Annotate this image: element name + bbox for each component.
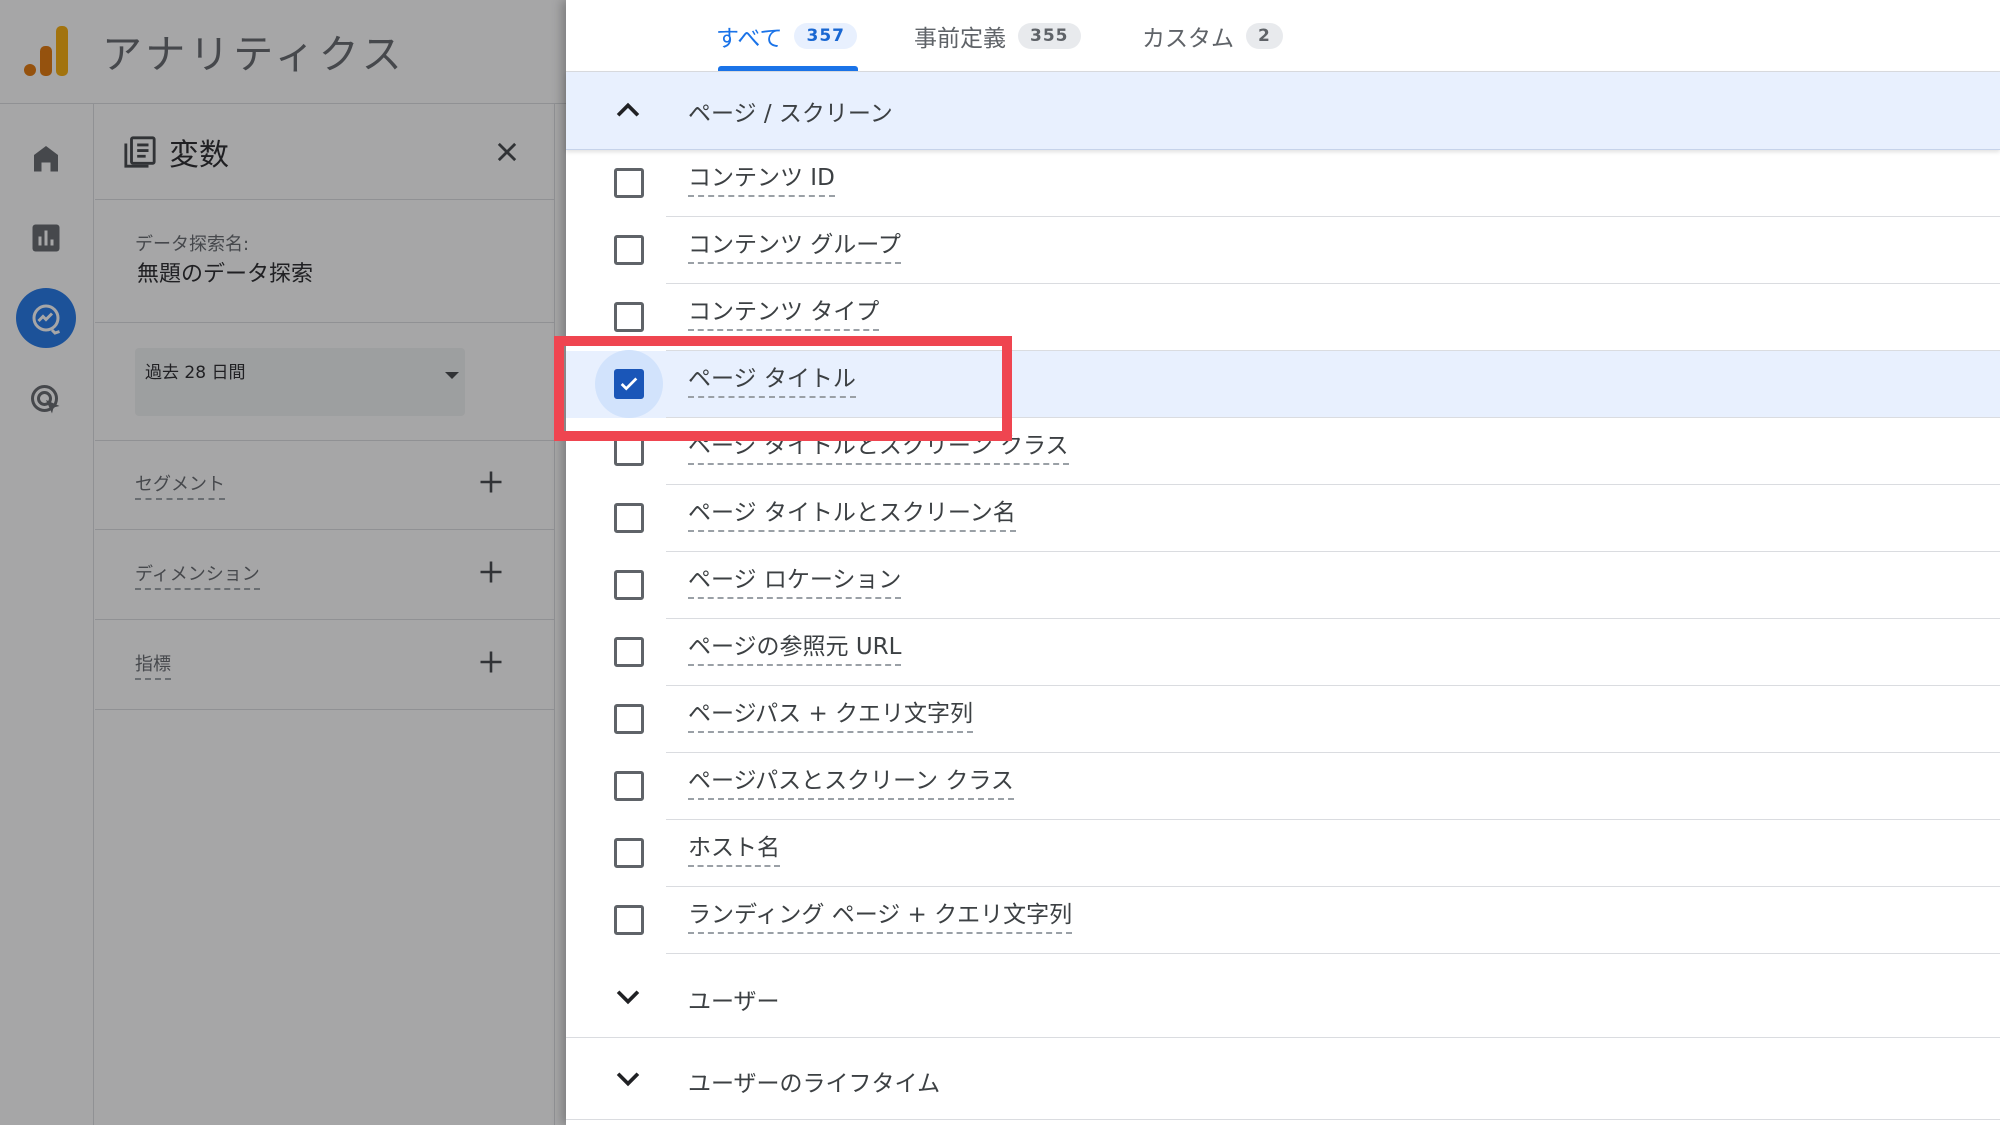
dimension-label: コンテンツ ID — [688, 164, 835, 197]
dimension-label: ページ タイトルとスクリーン クラス — [688, 432, 1069, 465]
group-label: ページ / スクリーン — [688, 100, 893, 127]
dimension-row[interactable]: コンテンツ タイプ — [566, 284, 2000, 351]
checkbox[interactable] — [614, 302, 644, 332]
dimension-row-selected[interactable]: ページ タイトル — [566, 350, 2000, 418]
tab-label: すべて — [716, 26, 783, 52]
checkbox[interactable] — [614, 436, 644, 466]
dimension-row[interactable]: ランディング ページ + クエリ文字列 — [566, 887, 2000, 954]
checkbox[interactable] — [614, 570, 644, 600]
dimension-label: ページパスとスクリーン クラス — [688, 767, 1014, 800]
tab-predefined[interactable]: 事前定義 355 — [914, 0, 1081, 72]
checkbox[interactable] — [614, 704, 644, 734]
dimension-row[interactable]: ページの参照元 URL — [566, 619, 2000, 686]
expand-button[interactable] — [608, 976, 648, 1016]
chevron-down-icon — [616, 1072, 640, 1087]
dimension-label: ページ タイトル — [688, 365, 856, 398]
background-app: アナリティクス 変数 データ探索名: 無題のデータ探索 過去 28 日間 セグメ… — [0, 0, 566, 1125]
count-badge: 2 — [1246, 23, 1283, 49]
dimension-label: コンテンツ タイプ — [688, 298, 880, 331]
tab-label: カスタム — [1142, 26, 1234, 52]
collapse-button[interactable] — [608, 91, 648, 131]
dimension-label: コンテンツ グループ — [688, 231, 901, 264]
group-label: ユーザーのライフタイム — [688, 1071, 941, 1097]
count-badge: 355 — [1018, 23, 1081, 49]
dimension-row[interactable]: ページパス + クエリ文字列 — [566, 686, 2000, 753]
checkbox[interactable] — [614, 637, 644, 667]
dimension-row[interactable]: ページ ロケーション — [566, 552, 2000, 619]
group-header-user[interactable]: ユーザー — [566, 956, 2000, 1038]
checkbox[interactable] — [614, 771, 644, 801]
dimension-row[interactable]: コンテンツ ID — [566, 150, 2000, 217]
checkbox[interactable] — [614, 838, 644, 868]
checkbox-checked[interactable] — [614, 369, 644, 399]
tab-custom[interactable]: カスタム 2 — [1142, 0, 1283, 72]
group-header-page-screen[interactable]: ページ / スクリーン — [566, 72, 2000, 150]
count-badge: 357 — [794, 23, 857, 49]
dimension-label: ページパス + クエリ文字列 — [688, 700, 974, 733]
active-tab-indicator — [718, 66, 858, 71]
chevron-down-icon — [616, 990, 640, 1005]
dimension-picker-panel: すべて 357 事前定義 355 カスタム 2 ページ / スクリーン コンテン… — [554, 0, 2000, 1125]
dimension-row[interactable]: ページ タイトルとスクリーン クラス — [566, 418, 2000, 485]
dimension-label: ページの参照元 URL — [688, 633, 902, 666]
tab-label: 事前定義 — [914, 26, 1006, 52]
chevron-up-icon — [616, 102, 640, 117]
tab-all[interactable]: すべて 357 — [716, 0, 857, 72]
checkbox[interactable] — [614, 235, 644, 265]
dimension-label: ランディング ページ + クエリ文字列 — [688, 901, 1073, 934]
checkbox[interactable] — [614, 905, 644, 935]
dimension-label: ページ タイトルとスクリーン名 — [688, 499, 1016, 532]
dimension-row[interactable]: ページ タイトルとスクリーン名 — [566, 485, 2000, 552]
modal-scrim[interactable] — [0, 0, 566, 1125]
dimension-row[interactable]: ページパスとスクリーン クラス — [566, 753, 2000, 820]
group-label: ユーザー — [688, 989, 780, 1015]
checkbox[interactable] — [614, 503, 644, 533]
expand-button[interactable] — [608, 1058, 648, 1098]
dimension-label: ホスト名 — [688, 834, 780, 867]
tab-bar: すべて 357 事前定義 355 カスタム 2 — [566, 0, 2000, 72]
dimension-label: ページ ロケーション — [688, 566, 902, 599]
dimension-row[interactable]: ホスト名 — [566, 820, 2000, 887]
dimension-row[interactable]: コンテンツ グループ — [566, 217, 2000, 284]
checkmark-icon — [620, 377, 638, 391]
checkbox[interactable] — [614, 168, 644, 198]
group-header-user-lifetime[interactable]: ユーザーのライフタイム — [566, 1038, 2000, 1120]
